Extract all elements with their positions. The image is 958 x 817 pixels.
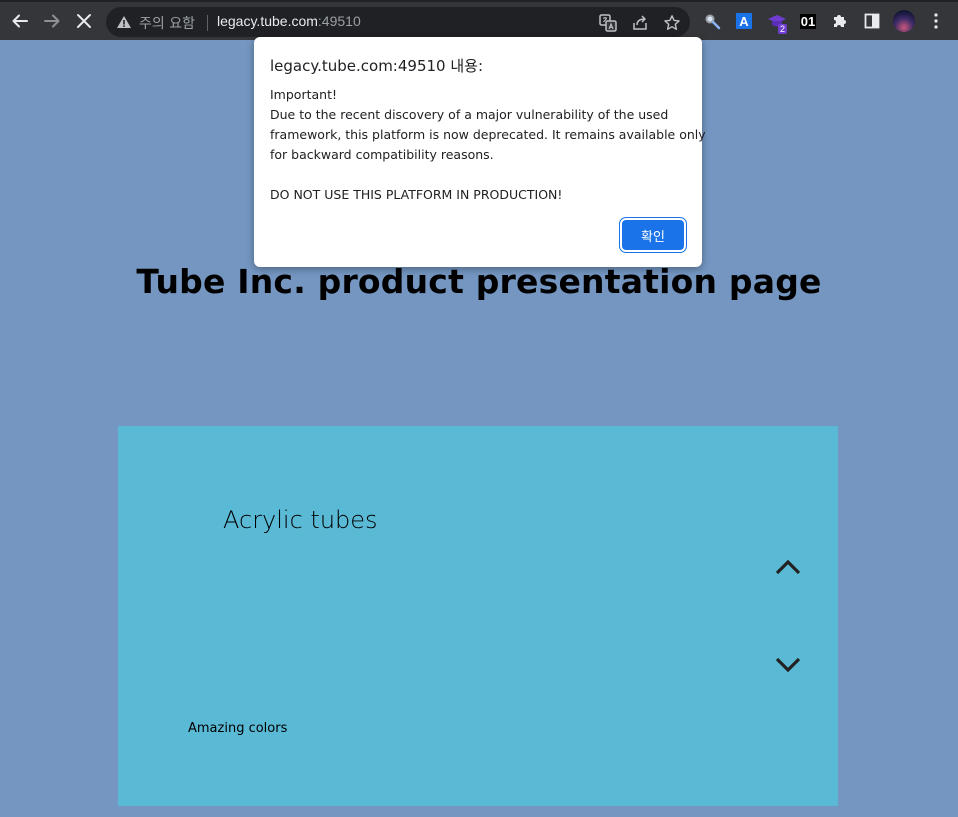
dialog-line: DO NOT USE THIS PLATFORM IN PRODUCTION! <box>270 187 563 202</box>
extension-counter-label: 01 <box>799 13 817 29</box>
extension-counter-button[interactable]: 01 <box>793 6 823 36</box>
back-button[interactable] <box>5 6 35 36</box>
extensions-menu-button[interactable] <box>825 6 855 36</box>
extension-badge: 2 <box>778 24 788 34</box>
dialog-line: for backward compatibility reasons. <box>270 147 494 162</box>
product-carousel: Acrylic tubes Amazing colors <box>118 426 838 806</box>
ok-button[interactable]: 확인 <box>622 220 684 250</box>
product-description: Amazing colors <box>188 721 288 736</box>
address-separator <box>207 15 208 31</box>
dialog-line: Due to the recent discovery of a major v… <box>270 107 669 122</box>
dialog-title: legacy.tube.com:49510 내용: <box>270 57 483 75</box>
chevron-up-icon <box>775 559 801 575</box>
close-icon <box>77 14 91 28</box>
page-title: Tube Inc. product presentation page <box>136 262 822 301</box>
profile-button[interactable] <box>889 6 919 36</box>
arrow-right-icon <box>44 14 60 28</box>
side-panel-button[interactable] <box>857 6 887 36</box>
side-panel-icon <box>864 13 880 29</box>
avatar <box>893 10 915 32</box>
puzzle-icon <box>834 15 846 27</box>
translate-icon <box>599 14 617 32</box>
extension-a-button[interactable]: A <box>729 6 759 36</box>
share-button[interactable] <box>630 13 650 33</box>
dialog-line: Important! <box>270 87 337 102</box>
more-vertical-icon <box>934 13 938 29</box>
magnifier-extension-icon <box>705 14 721 30</box>
chevron-down-icon <box>775 657 801 673</box>
warning-icon[interactable] <box>116 15 132 29</box>
extension-search-button[interactable] <box>697 6 727 36</box>
carousel-down-button[interactable] <box>773 650 803 680</box>
dialog-line: framework, this platform is now deprecat… <box>270 127 706 142</box>
dialog-line <box>270 165 690 185</box>
url-text[interactable]: legacy.tube.com:49510 <box>217 13 361 29</box>
translate-button[interactable] <box>598 13 618 33</box>
share-icon <box>633 15 647 30</box>
browser-toolbar: 주의 요함 legacy.tube.com:49510 A 2 01 <box>0 0 958 40</box>
url-host: legacy.tube.com <box>217 13 318 29</box>
letter-a-extension-icon: A <box>736 13 752 29</box>
dialog-message: Important! Due to the recent discovery o… <box>270 85 706 205</box>
carousel-up-button[interactable] <box>773 552 803 582</box>
alert-dialog: legacy.tube.com:49510 내용: Important! Due… <box>254 37 706 267</box>
arrow-left-icon <box>12 14 28 28</box>
stop-loading-button[interactable] <box>69 6 99 36</box>
address-bar[interactable]: 주의 요함 legacy.tube.com:49510 <box>106 7 690 37</box>
bookmark-button[interactable] <box>662 13 682 33</box>
url-port: :49510 <box>317 13 361 29</box>
security-status-label[interactable]: 주의 요함 <box>139 13 195 33</box>
star-icon <box>664 15 680 30</box>
browser-menu-button[interactable] <box>921 6 951 36</box>
forward-button[interactable] <box>37 6 67 36</box>
product-name: Acrylic tubes <box>223 506 378 534</box>
extension-graduation-button[interactable]: 2 <box>762 6 792 36</box>
